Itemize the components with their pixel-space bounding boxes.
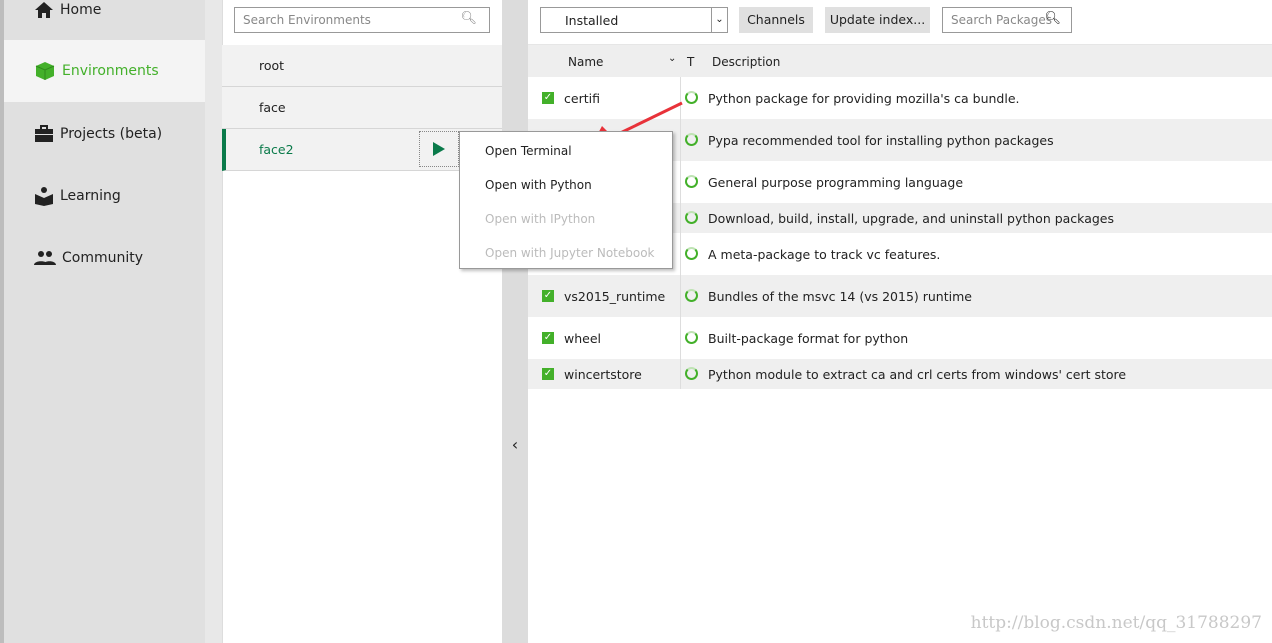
pane-divider [502,0,528,643]
package-name: wheel [564,331,601,346]
table-header: Name ⌄ T Description [528,45,1272,77]
table-row[interactable]: ✓ wincertstore Python module to extract ca… [528,359,1272,389]
nav-community[interactable]: Community [4,227,205,289]
package-description: Pypa recommended tool for installing pyt… [708,133,1054,148]
env-name: root [259,58,285,73]
update-index-button[interactable]: Update index... [825,7,930,33]
status-icon [685,211,698,224]
search-icon[interactable]: 🔍︎ [1044,11,1061,26]
play-button[interactable] [419,131,459,167]
nav-label: Learning [60,188,121,204]
context-menu: Open Terminal Open with Python Open with… [459,131,673,269]
env-name: face2 [259,142,294,157]
search-environments-input[interactable]: Search Environments 🔍︎ [234,7,490,33]
sort-chevron-icon[interactable]: ⌄ [668,53,676,64]
package-description: Python package for providing mozilla's c… [708,91,1020,106]
checkbox[interactable]: ✓ [542,290,554,302]
chevron-down-icon[interactable]: ⌄ [711,8,727,32]
package-name: wincertstore [564,367,642,382]
cube-icon [35,62,55,80]
placeholder: Search Packages [951,13,1053,27]
package-description: A meta-package to track vc features. [708,247,941,262]
column-type[interactable]: T [687,55,694,69]
nav-environments[interactable]: Environments [4,40,205,102]
package-description: General purpose programming language [708,175,964,190]
search-packages-input[interactable]: Search Packages 🔍︎ [942,7,1072,33]
nav-projects[interactable]: Projects (beta) [4,103,205,165]
package-description: Bundles of the msvc 14 (vs 2015) runtime [708,289,972,304]
search-icon[interactable]: 🔍︎ [460,11,477,26]
checkbox[interactable]: ✓ [542,92,554,104]
status-icon [685,247,698,260]
status-icon [685,289,698,302]
env-item-root[interactable]: root [222,45,502,87]
column-name[interactable]: Name [568,55,603,69]
channels-button[interactable]: Channels [739,7,813,33]
play-icon [433,142,445,156]
nav-label: Home [60,2,102,18]
table-row[interactable]: ✓ vs2015_runtime Bundles of the msvc 14 (v… [528,275,1272,317]
briefcase-icon [35,125,53,142]
filter-value: Installed [565,13,619,28]
package-description: Download, build, install, upgrade, and u… [708,211,1114,226]
status-icon [685,367,698,380]
nav-home[interactable]: Home [4,0,205,41]
env-item-face[interactable]: face [222,87,502,129]
collapse-chevron-icon[interactable]: ‹ [508,435,522,454]
sidebar: Home Environments Projects (beta) Learni… [0,0,205,643]
status-icon [685,175,698,188]
status-icon [685,331,698,344]
menu-open-with-ipython: Open with IPython [485,212,596,226]
book-reader-icon [35,187,53,206]
people-icon [34,251,56,265]
package-description: Python module to extract ca and crl cert… [708,367,1127,382]
env-name: face [259,100,286,115]
home-icon [35,2,53,18]
nav-learning[interactable]: Learning [4,165,205,227]
checkbox[interactable]: ✓ [542,332,554,344]
package-filter-select[interactable]: Installed ⌄ [540,7,728,33]
column-description[interactable]: Description [712,55,780,69]
nav-label: Community [62,250,144,266]
menu-open-with-python[interactable]: Open with Python [485,178,592,192]
menu-open-with-jupyter: Open with Jupyter Notebook [485,246,655,260]
table-row[interactable]: ✓ wheel Built-package format for python [528,317,1272,359]
nav-label: Environments [62,63,159,79]
package-description: Built-package format for python [708,331,909,346]
placeholder: Search Environments [243,13,371,27]
watermark: http://blog.csdn.net/qq_31788297 [970,613,1262,633]
nav-label: Projects (beta) [60,126,163,142]
checkbox[interactable]: ✓ [542,368,554,380]
package-name: vs2015_runtime [564,289,666,304]
menu-open-terminal[interactable]: Open Terminal [485,144,572,158]
